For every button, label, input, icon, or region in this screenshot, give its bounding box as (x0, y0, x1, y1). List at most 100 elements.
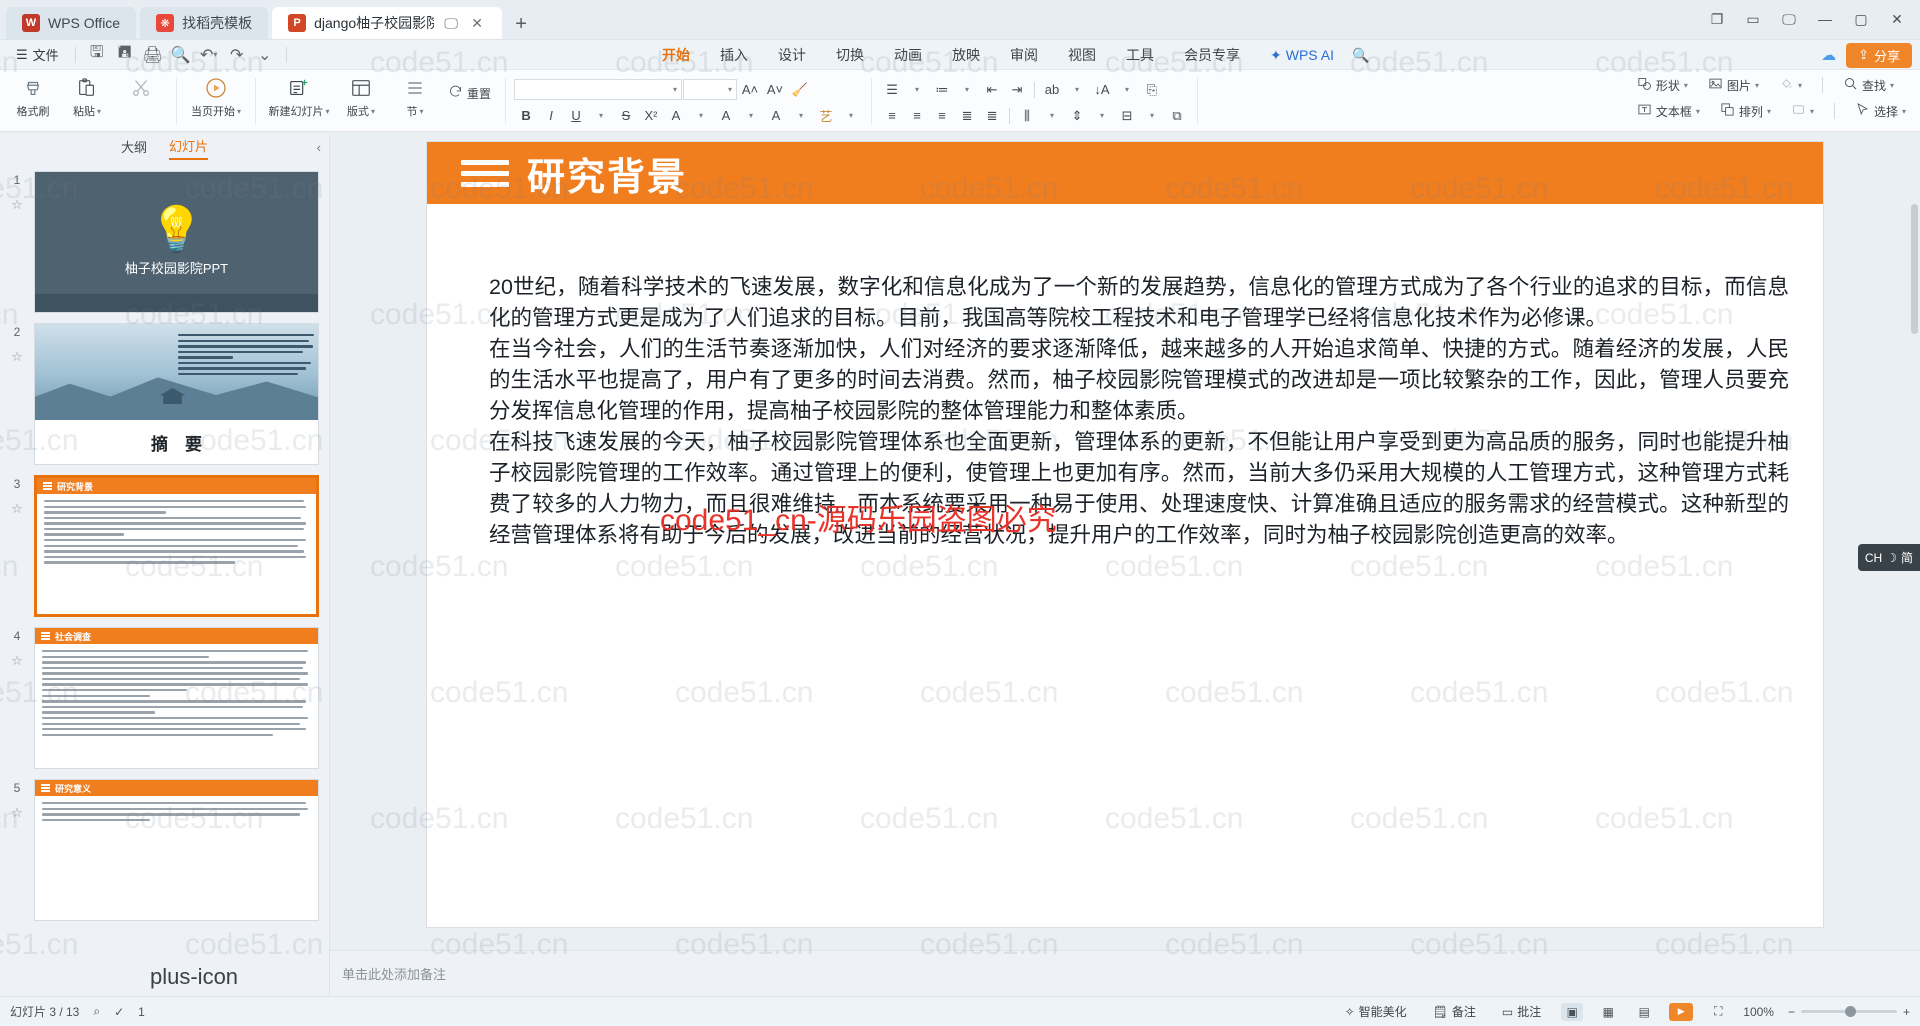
tab-outline[interactable]: 大纲 (121, 137, 147, 159)
distribute-button[interactable]: ≣ (980, 105, 1004, 127)
favorite-icon[interactable]: ☆ (11, 197, 23, 213)
cut-button[interactable] (114, 72, 168, 100)
bold-button[interactable]: B (514, 105, 538, 127)
favorite-icon[interactable]: ☆ (11, 501, 23, 517)
font-size-select[interactable]: ▾ (683, 79, 738, 100)
tab-slides[interactable]: 幻灯片 (169, 136, 209, 160)
text-highlight-button[interactable]: A (714, 105, 738, 127)
ribbon-tab-design[interactable]: 设计 (776, 40, 808, 70)
sort-button[interactable]: ↓A (1090, 79, 1114, 101)
bullets-button[interactable]: ☰ (880, 79, 904, 101)
clear-format-icon[interactable]: 🧹 (788, 79, 812, 101)
thumbnail-row-5[interactable]: 5 ☆ 研究意义 (0, 774, 329, 926)
text-effect-button[interactable]: 艺 (814, 105, 838, 127)
document-tab-ppt[interactable]: P django柚子校园影院PPT.pp 🖵 ✕ (272, 7, 503, 39)
shapes-button[interactable]: 形状 ▾ (1631, 74, 1694, 96)
reading-view-icon[interactable]: ▤ (1633, 1003, 1655, 1021)
save-as-icon[interactable]: 🖪 (112, 43, 138, 67)
zoom-knob[interactable] (1844, 1006, 1856, 1017)
redo-icon[interactable]: ↷ (224, 43, 250, 67)
shape-style-button[interactable]: ▾ (1785, 100, 1820, 122)
font-color-caret[interactable]: ▾ (789, 105, 813, 127)
ribbon-tab-insert[interactable]: 插入 (718, 40, 750, 70)
ribbon-tab-tools[interactable]: 工具 (1124, 40, 1156, 70)
favorite-icon[interactable]: ☆ (11, 805, 23, 821)
wps-ai-button[interactable]: ✦ WPS AI (1268, 40, 1336, 70)
slide-thumbnail[interactable]: 社会调查 (34, 627, 319, 769)
align-right-button[interactable]: ≡ (930, 105, 954, 127)
picture-button[interactable]: 图片 ▾ (1702, 74, 1765, 96)
thumbnail-row-4[interactable]: 4 ☆ 社会调查 (0, 622, 329, 774)
close-icon[interactable]: ✕ (468, 14, 486, 32)
slide-thumbnail[interactable]: 研究意义 (34, 779, 319, 921)
restore-icon[interactable]: ❐ (1700, 4, 1734, 34)
app-tab-docer-template[interactable]: ❋ 找稻壳模板 (140, 7, 269, 39)
current-slide[interactable]: 研究背景 20世纪，随着科学技术的飞速发展，数字化和信息化成为了一个新的发展趋势… (427, 142, 1823, 927)
zoom-out-button[interactable]: − (1788, 1005, 1795, 1019)
search-icon[interactable]: 🔍 (1350, 40, 1371, 70)
align-text-button[interactable]: ⊟ (1115, 105, 1139, 127)
arrange-button[interactable]: 排列 ▾ (1714, 100, 1777, 122)
char-border-button[interactable]: A (664, 105, 688, 127)
ribbon-tab-animations[interactable]: 动画 (892, 40, 924, 70)
decrease-indent-button[interactable]: ⇤ (980, 79, 1004, 101)
cast-icon[interactable]: 🖵 (442, 14, 460, 32)
language-icon[interactable]: ✓ (114, 1005, 124, 1019)
reset-button[interactable]: 重置 (442, 82, 497, 104)
ribbon-tab-member[interactable]: 会员专享 (1182, 40, 1242, 70)
spellcheck-icon[interactable]: ⌕ (93, 1004, 100, 1019)
cloud-sync-icon[interactable]: ☁ (1821, 46, 1836, 64)
bullets-caret[interactable]: ▾ (905, 79, 929, 101)
line-spacing-caret[interactable]: ▾ (1065, 79, 1089, 101)
file-menu-button[interactable]: ☰ 文件 (8, 43, 67, 67)
slide-thumbnail-list[interactable]: 1 ☆ 💡 柚子校园影院PPT 2 ☆ 摘 要 3 ☆ 研究背景 4 ☆ 社会调… (0, 162, 329, 996)
grow-font-button[interactable]: A˄ (738, 79, 762, 101)
thumbnail-row-3[interactable]: 3 ☆ 研究背景 (0, 470, 329, 622)
shrink-font-button[interactable]: A˅ (763, 79, 787, 101)
columns-caret[interactable]: ▾ (1040, 105, 1064, 127)
play-icon[interactable]: ▶ (1669, 1002, 1694, 1021)
share-button[interactable]: ⇪ 分享 (1846, 42, 1912, 68)
vertical-scrollbar[interactable] (1911, 204, 1918, 334)
line-spacing-button[interactable]: ab (1040, 79, 1064, 101)
superscript-button[interactable]: X² (639, 105, 663, 127)
ribbon-tab-view[interactable]: 视图 (1066, 40, 1098, 70)
new-slide-button[interactable]: 新建幻灯片 ▾ (264, 72, 334, 119)
fit-slide-icon[interactable]: ⛶ (1707, 1003, 1729, 1021)
zoom-track[interactable] (1800, 1006, 1897, 1017)
select-button[interactable]: 选择 ▾ (1849, 100, 1912, 122)
ribbon-tab-slideshow[interactable]: 放映 (950, 40, 982, 70)
ribbon-tab-review[interactable]: 审阅 (1008, 40, 1040, 70)
favorite-icon[interactable]: ☆ (11, 349, 23, 365)
maximize-icon[interactable]: ▢ (1844, 4, 1878, 34)
slide-thumbnail[interactable]: 💡 柚子校园影院PPT (34, 171, 319, 313)
text-highlight-caret[interactable]: ▾ (739, 105, 763, 127)
justify-button[interactable]: ≣ (955, 105, 979, 127)
save-icon[interactable]: 🖫 (84, 43, 110, 67)
align-left-button[interactable]: ≡ (880, 105, 904, 127)
new-tab-button[interactable]: + (506, 9, 536, 39)
zoom-slider[interactable]: − + (1788, 1005, 1910, 1019)
section-button[interactable]: 节 ▾ (388, 72, 442, 119)
notes-button[interactable]: 🗒 备注 (1427, 1001, 1482, 1023)
slide-body-text[interactable]: 20世纪，随着科学技术的飞速发展，数字化和信息化成为了一个新的发展趋势，信息化的… (489, 272, 1789, 551)
align-center-button[interactable]: ≡ (905, 105, 929, 127)
print-preview-icon[interactable]: 🔍 (168, 43, 194, 67)
favorite-icon[interactable]: ☆ (11, 653, 23, 669)
slide-sorter-icon[interactable]: ▦ (1597, 1003, 1619, 1021)
format-painter-button[interactable]: 格式刷 (6, 72, 60, 119)
italic-button[interactable]: I (539, 105, 563, 127)
thumbnail-row-1[interactable]: 1 ☆ 💡 柚子校园影院PPT (0, 166, 329, 318)
undo-icon[interactable]: ↶ ▾ (196, 43, 222, 67)
underline-caret[interactable]: ▾ (589, 105, 613, 127)
increase-indent-button[interactable]: ⇥ (1005, 79, 1029, 101)
ime-status-badge[interactable]: CH ☽ 简 (1857, 544, 1920, 571)
sort-caret[interactable]: ▾ (1115, 79, 1139, 101)
numbering-caret[interactable]: ▾ (955, 79, 979, 101)
thumbnail-row-2[interactable]: 2 ☆ 摘 要 (0, 318, 329, 470)
convert-smartart-button[interactable]: ⧉ (1165, 105, 1189, 127)
notes-pane[interactable]: 单击此处添加备注 (330, 950, 1920, 996)
close-icon[interactable]: ✕ (1880, 4, 1914, 34)
columns-button[interactable]: ⫼ (1015, 105, 1039, 127)
minimize-icon[interactable]: — (1808, 4, 1842, 34)
